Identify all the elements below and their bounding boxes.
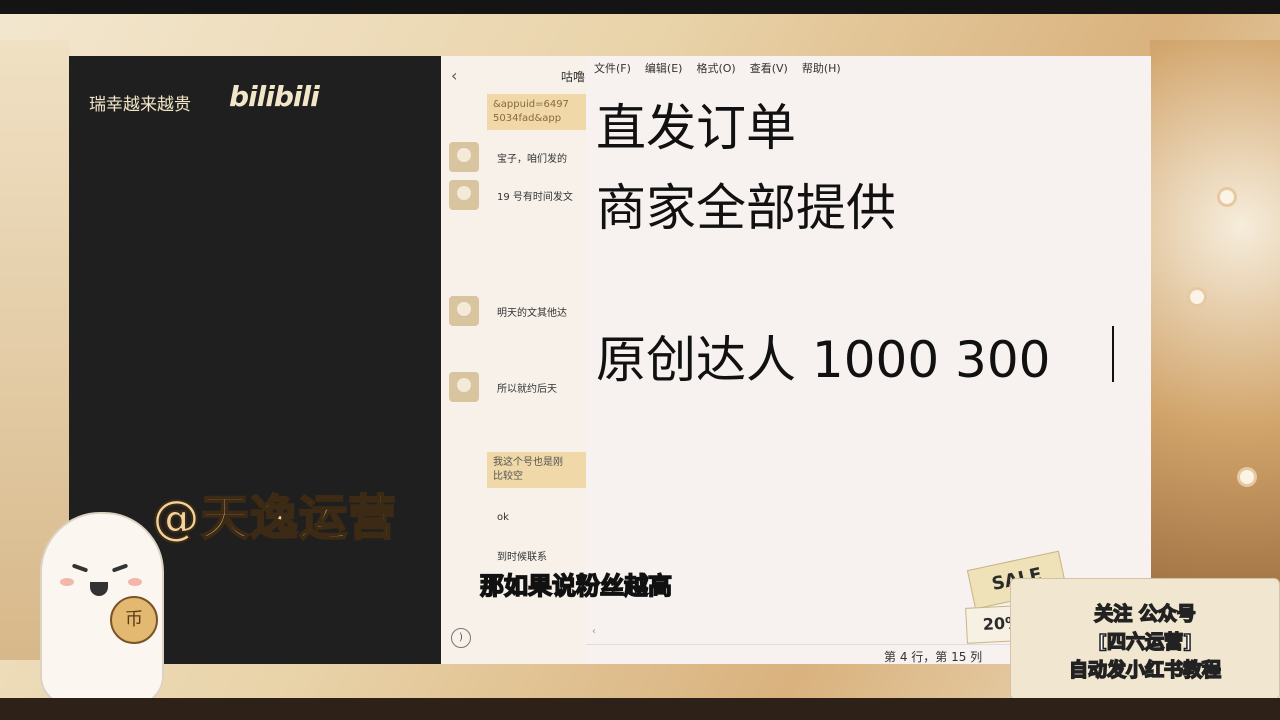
link-text: 5034fad&app [493, 113, 562, 124]
link-text: &appuid=6497 [493, 99, 569, 110]
avatar[interactable] [449, 142, 479, 172]
editor-line[interactable]: 商家全部提供 [596, 168, 896, 240]
menu-bar: 文件(F) 编辑(E) 格式(O) 查看(V) 帮助(H) [594, 60, 841, 78]
watermark-text: @天逸运营 [151, 489, 398, 547]
promo-line: [四六运营] [1098, 630, 1193, 654]
scroll-left-icon[interactable]: ‹ [592, 626, 596, 637]
coin-icon: 币 [110, 596, 158, 644]
ghost-mouth [90, 582, 108, 596]
link-bubble[interactable]: &appuid=6497 5034fad&app [487, 94, 586, 130]
chat-message: 明天的文其他达 [497, 308, 567, 319]
promo-line: 关注 公众号 [1093, 602, 1196, 626]
menu-help[interactable]: 帮助(H) [802, 60, 841, 78]
menu-format[interactable]: 格式(O) [696, 60, 735, 78]
avatar[interactable] [449, 180, 479, 210]
text-caret [1112, 326, 1114, 382]
editor-line[interactable]: 原创达人 1000 300 [596, 320, 1050, 392]
editor-line[interactable]: 直发订单 [596, 88, 796, 160]
menu-file[interactable]: 文件(F) [594, 60, 631, 78]
avatar[interactable] [449, 372, 479, 402]
avatar[interactable] [449, 296, 479, 326]
chat-message: 比较空 [493, 471, 523, 482]
video-caption: 瑞幸越来越贵 [89, 95, 191, 115]
bilibili-logo: bilibili [229, 80, 320, 113]
chat-message: 我这个号也是刚 [493, 457, 563, 468]
decorative-flowers-right [1150, 40, 1280, 660]
subtitle-text: 那如果说粉丝越高 [479, 571, 673, 601]
back-arrow-icon[interactable]: ‹ [451, 66, 457, 85]
menu-view[interactable]: 查看(V) [750, 60, 788, 78]
top-bar [0, 0, 1280, 14]
chat-title: 咕噜 [561, 70, 586, 84]
chat-message: 到时候联系 [497, 552, 547, 563]
chat-message: 所以就约后天 [497, 384, 557, 395]
promo-line: 自动发小红书教程 [1068, 658, 1222, 682]
ghost-eye [111, 563, 129, 573]
cursor-position: 第 4 行，第 15 列 [884, 650, 983, 664]
ghost-eye [71, 563, 89, 573]
chat-message: ok [497, 512, 509, 523]
menu-edit[interactable]: 编辑(E) [645, 60, 683, 78]
flower-icon [1220, 190, 1234, 204]
flower-icon [1190, 290, 1204, 304]
own-message-bubble: 我这个号也是刚 比较空 [487, 452, 586, 488]
ghost-cheek [128, 578, 142, 586]
promo-box: 关注 公众号 [四六运营] 自动发小红书教程 [1010, 578, 1280, 700]
bottom-bar [0, 698, 1280, 720]
ghost-cheek [60, 578, 74, 586]
chat-message: 19 号有时间发文 [497, 192, 573, 203]
chat-message: 宝子，咱们发的 [497, 154, 567, 165]
voice-icon[interactable]: ) [451, 628, 471, 648]
flower-icon [1240, 470, 1254, 484]
